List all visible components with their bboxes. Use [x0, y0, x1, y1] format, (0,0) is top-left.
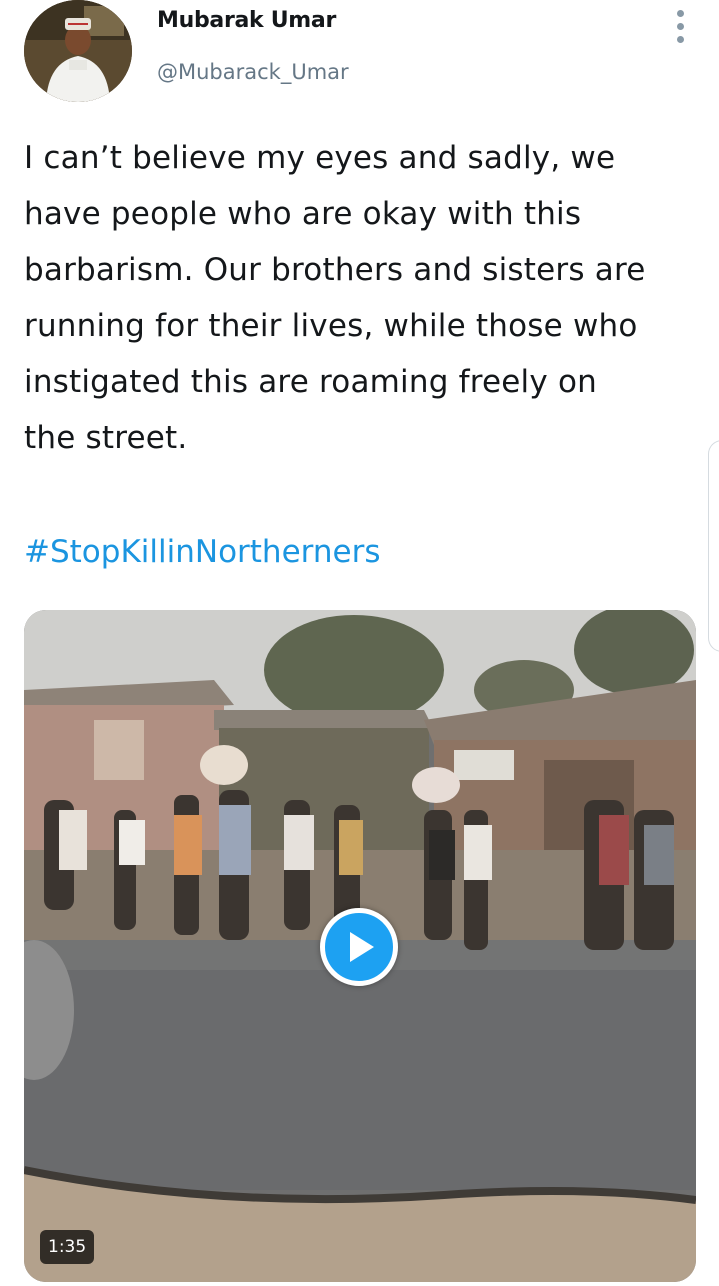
video-player[interactable]: 1:35: [24, 610, 696, 1282]
tweet-text: I can’t believe my eyes and sadly, we ha…: [24, 130, 694, 466]
more-vertical-icon-dot: [676, 35, 684, 43]
author-handle[interactable]: @Mubarack_Umar: [157, 60, 349, 84]
video-duration-badge: 1:35: [40, 1230, 95, 1264]
more-vertical-icon-dot: [676, 22, 684, 30]
play-button[interactable]: [320, 908, 398, 986]
hashtag-link[interactable]: #StopKillinNortherners: [24, 524, 380, 580]
tweet-text-line: running for their lives, while those who: [24, 308, 638, 344]
play-icon: [350, 932, 374, 962]
tweet-text-line: the street.: [24, 420, 188, 456]
avatar[interactable]: [24, 0, 132, 102]
tweet-text-line: barbarism. Our brothers and sisters are: [24, 252, 646, 288]
tweet-text-line: I can’t believe my eyes and sadly, we: [24, 140, 616, 176]
scroll-edge: [708, 440, 719, 652]
more-vertical-icon: [676, 9, 684, 17]
profile-photo-icon: [24, 0, 132, 102]
tweet-text-line: instigated this are roaming freely on: [24, 364, 597, 400]
author-display-name[interactable]: Mubarak Umar: [157, 8, 336, 33]
more-options-button[interactable]: [660, 6, 700, 46]
tweet-text-line: have people who are okay with this: [24, 196, 582, 232]
